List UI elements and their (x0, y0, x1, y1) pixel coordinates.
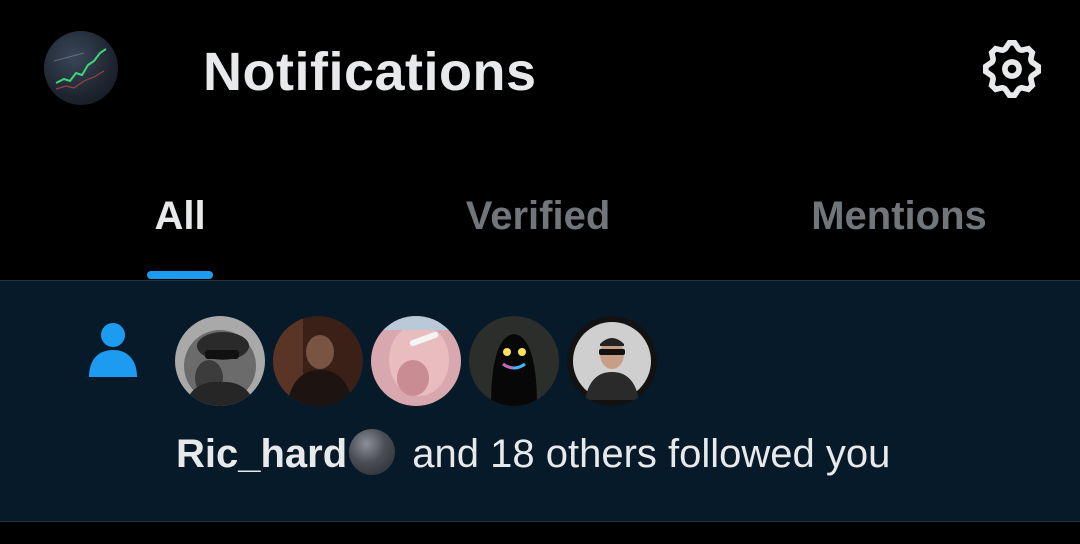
notification-text: Ric_hard and 18 others followed you (176, 429, 890, 479)
tab-verified[interactable]: Verified (360, 160, 720, 280)
follower-avatar[interactable] (469, 316, 559, 406)
page-title: Notifications (203, 42, 537, 102)
row-divider (0, 521, 1080, 522)
tab-mentions-label: Mentions (811, 194, 987, 238)
chart-thumbnail-icon (53, 48, 107, 90)
person-icon (89, 323, 137, 377)
follower-avatar[interactable] (175, 316, 265, 406)
notifications-screen: Notifications All Verified Mentions Ric_… (0, 0, 1080, 544)
avatar-photo-icon (567, 316, 657, 406)
settings-button[interactable] (978, 35, 1046, 103)
avatar-photo-icon (175, 316, 265, 406)
black-circle-emoji-icon (349, 429, 396, 475)
follower-avatar[interactable] (567, 316, 657, 406)
tab-all-label: All (154, 194, 206, 238)
tab-mentions[interactable]: Mentions (720, 160, 1080, 280)
tab-all[interactable]: All (0, 160, 360, 280)
avatar-photo-icon (273, 316, 363, 406)
follower-name[interactable]: Ric_hard (176, 432, 347, 476)
account-avatar[interactable] (44, 31, 118, 105)
notification-message: and 18 others followed you (401, 432, 891, 476)
follower-avatar[interactable] (273, 316, 363, 406)
follow-notification[interactable]: Ric_hard and 18 others followed you (0, 281, 1080, 521)
gear-icon (982, 39, 1042, 99)
header: Notifications (0, 0, 1080, 150)
notification-tabs: All Verified Mentions (0, 160, 1080, 280)
avatar-photo-icon (469, 316, 559, 406)
avatar-photo-icon (371, 316, 461, 406)
tab-verified-label: Verified (465, 194, 611, 238)
follower-avatar[interactable] (371, 316, 461, 406)
active-tab-indicator (147, 271, 213, 279)
